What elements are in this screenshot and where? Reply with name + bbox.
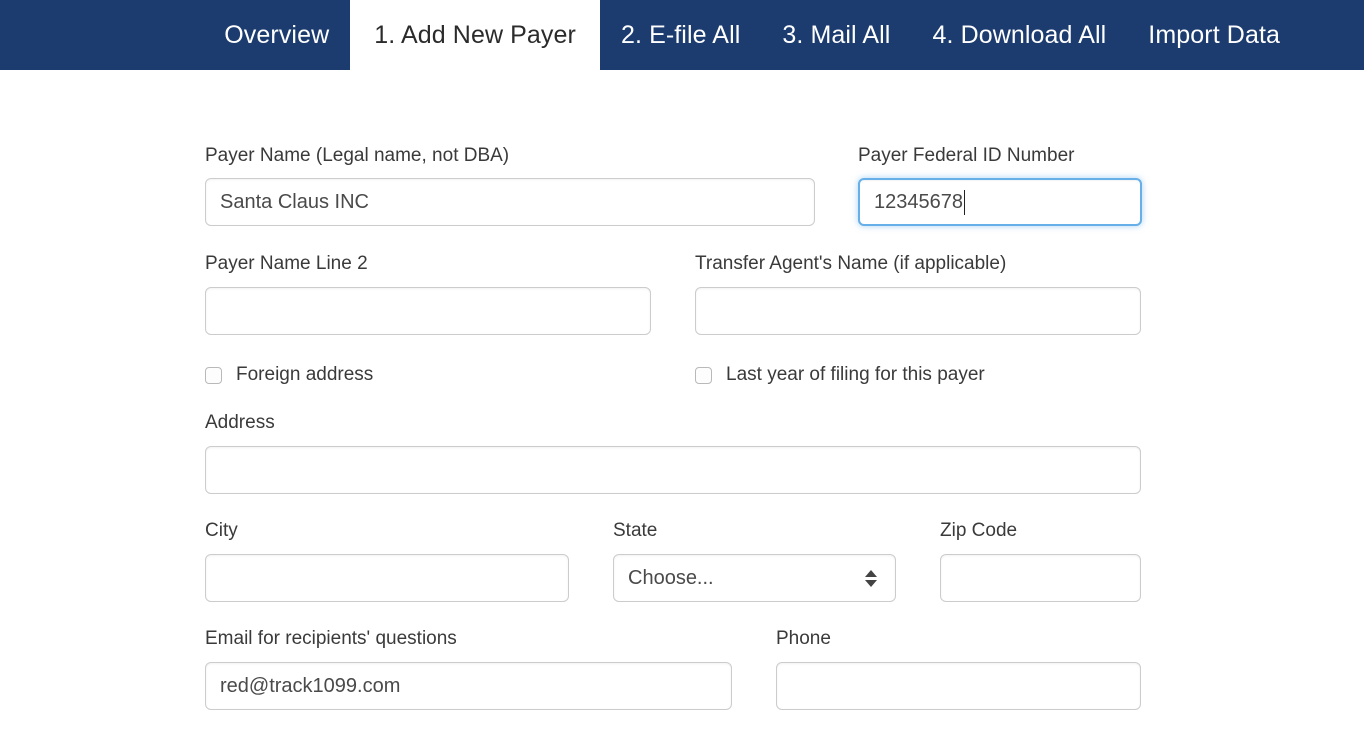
payer-name-label: Payer Name (Legal name, not DBA) — [205, 145, 510, 166]
main-navigation-bar: Overview 1. Add New Payer 2. E-file All … — [0, 0, 1364, 70]
tab-efile-all[interactable]: 2. E-file All — [600, 0, 761, 70]
tab-download-all[interactable]: 4. Download All — [911, 0, 1127, 70]
last-year-filing-checkbox[interactable] — [695, 366, 712, 384]
tab-import-data[interactable]: Import Data — [1127, 0, 1301, 70]
tab-add-new-payer[interactable]: 1. Add New Payer — [350, 0, 600, 70]
last-year-filing-label: Last year of filing for this payer — [726, 364, 985, 385]
payer-name-value: Santa Claus INC — [220, 190, 369, 213]
city-input[interactable] — [205, 554, 569, 602]
payer-federal-id-input[interactable]: 12345678 — [858, 178, 1142, 226]
tab-mail-all[interactable]: 3. Mail All — [761, 0, 911, 70]
payer-name-line2-input[interactable] — [205, 287, 651, 335]
foreign-address-checkbox-row[interactable]: Foreign address — [205, 364, 373, 386]
email-input[interactable]: red@track1099.com — [205, 662, 732, 710]
zip-code-label: Zip Code — [940, 520, 1018, 541]
phone-label: Phone — [776, 628, 831, 649]
address-input[interactable] — [205, 446, 1141, 494]
text-cursor — [963, 189, 965, 215]
tab-overview[interactable]: Overview — [203, 0, 350, 70]
state-select[interactable]: Choose... — [613, 554, 896, 602]
payer-name-line2-label: Payer Name Line 2 — [205, 253, 368, 274]
payer-federal-id-value: 12345678 — [874, 190, 963, 213]
foreign-address-checkbox[interactable] — [205, 366, 222, 384]
state-label: State — [613, 520, 658, 541]
transfer-agent-name-input[interactable] — [695, 287, 1141, 335]
payer-federal-id-label: Payer Federal ID Number — [858, 145, 1075, 166]
transfer-agent-name-label: Transfer Agent's Name (if applicable) — [695, 253, 1007, 274]
foreign-address-label: Foreign address — [236, 364, 374, 385]
chevron-updown-icon — [865, 569, 877, 587]
email-label: Email for recipients' questions — [205, 628, 457, 649]
address-label: Address — [205, 412, 275, 433]
state-selected-value: Choose... — [628, 566, 714, 589]
last-year-filing-checkbox-row[interactable]: Last year of filing for this payer — [695, 364, 985, 386]
phone-input[interactable] — [776, 662, 1141, 710]
email-value: red@track1099.com — [220, 674, 401, 697]
payer-name-input[interactable]: Santa Claus INC — [205, 178, 815, 226]
zip-code-input[interactable] — [940, 554, 1141, 602]
city-label: City — [205, 520, 238, 541]
add-new-payer-form: Payer Name (Legal name, not DBA) Santa C… — [0, 70, 1364, 734]
